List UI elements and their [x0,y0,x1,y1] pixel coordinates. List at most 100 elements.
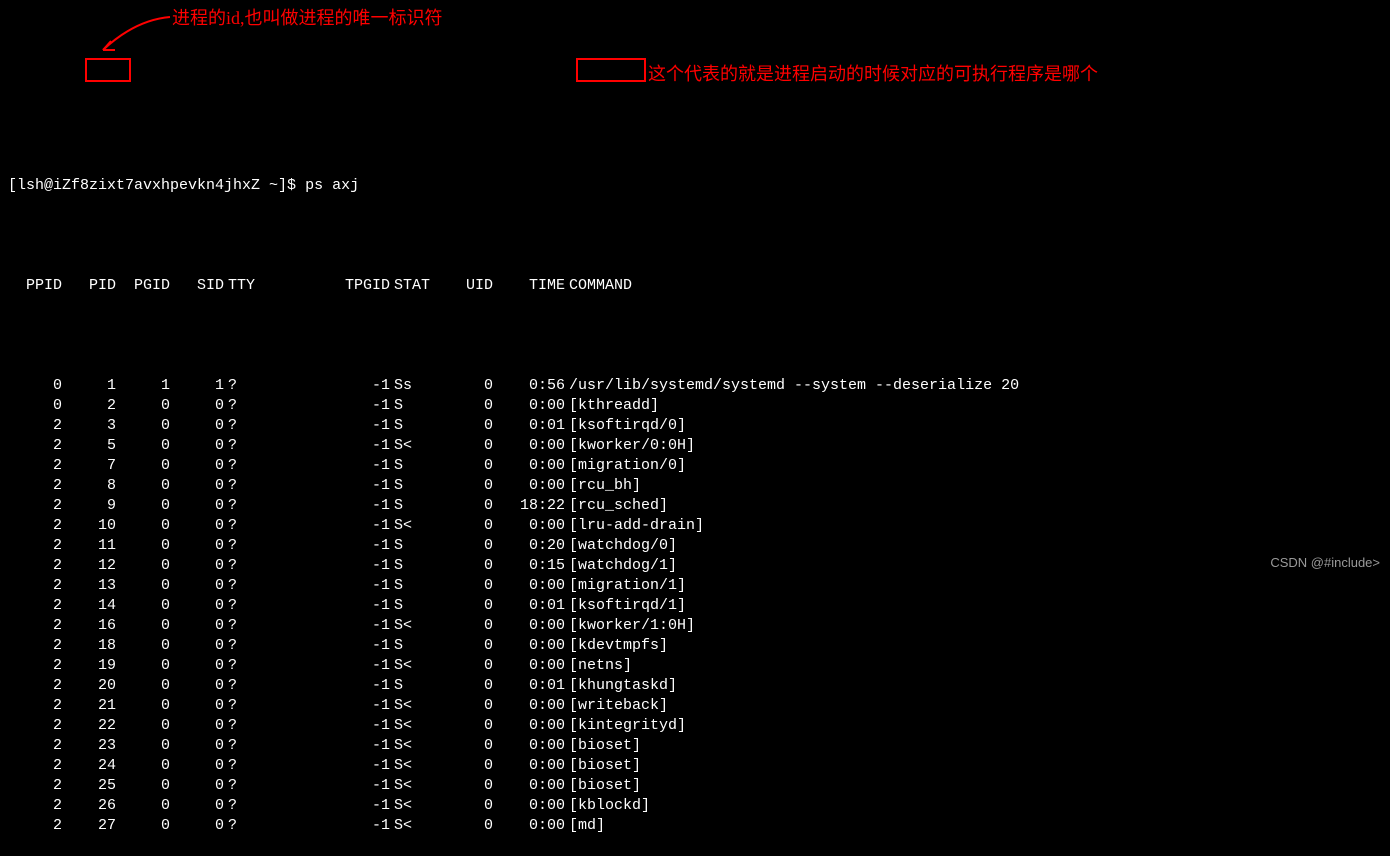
cell-sid: 0 [170,716,224,736]
cell-sid: 0 [170,616,224,636]
cell-pgid: 0 [116,516,170,536]
cell-cmd: [migration/1] [565,576,1382,596]
cell-tpgid: -1 [318,736,390,756]
cell-ppid: 2 [8,416,62,436]
cell-time: 0:56 [493,376,565,396]
cell-cmd: [netns] [565,656,1382,676]
cell-sid: 0 [170,756,224,776]
cell-uid: 0 [439,576,493,596]
cell-tty: ? [224,716,318,736]
col-cmd: COMMAND [565,276,1382,296]
col-tty: TTY [224,276,318,296]
cell-pgid: 0 [116,616,170,636]
shell-prompt: [lsh@iZf8zixt7avxhpevkn4jhxZ ~]$ [8,176,305,196]
cell-stat: S< [390,816,439,836]
cell-sid: 0 [170,416,224,436]
cell-pid: 20 [62,676,116,696]
cell-stat: S [390,556,439,576]
cell-tpgid: -1 [318,676,390,696]
cell-sid: 1 [170,376,224,396]
cell-time: 0:00 [493,796,565,816]
cell-sid: 0 [170,796,224,816]
cell-tty: ? [224,396,318,416]
cell-tpgid: -1 [318,476,390,496]
cell-uid: 0 [439,796,493,816]
cell-pgid: 0 [116,396,170,416]
cell-sid: 0 [170,736,224,756]
cell-tpgid: -1 [318,436,390,456]
cell-cmd: [kworker/1:0H] [565,616,1382,636]
cell-tpgid: -1 [318,596,390,616]
table-row: 21000?-1S<00:00[lru-add-drain] [8,516,1382,536]
cell-pgid: 1 [116,376,170,396]
cell-uid: 0 [439,716,493,736]
cell-tty: ? [224,556,318,576]
cell-sid: 0 [170,656,224,676]
table-row: 2500?-1S<00:00[kworker/0:0H] [8,436,1382,456]
cell-tpgid: -1 [318,376,390,396]
cell-time: 18:22 [493,496,565,516]
cell-time: 0:00 [493,456,565,476]
cell-cmd: [watchdog/1] [565,556,1382,576]
cell-pgid: 0 [116,576,170,596]
cell-time: 0:00 [493,436,565,456]
cell-uid: 0 [439,516,493,536]
cell-sid: 0 [170,596,224,616]
cell-stat: S [390,576,439,596]
cell-tpgid: -1 [318,456,390,476]
cell-stat: S [390,416,439,436]
cell-time: 0:00 [493,776,565,796]
table-row: 22000?-1S00:01[khungtaskd] [8,676,1382,696]
watermark: CSDN @#include> [1270,555,1380,570]
cell-time: 0:01 [493,676,565,696]
cell-tpgid: -1 [318,396,390,416]
cell-uid: 0 [439,816,493,836]
cell-uid: 0 [439,456,493,476]
cell-stat: Ss [390,376,439,396]
cell-sid: 0 [170,476,224,496]
cell-sid: 0 [170,536,224,556]
cell-tpgid: -1 [318,576,390,596]
cell-uid: 0 [439,636,493,656]
cell-cmd: [kintegrityd] [565,716,1382,736]
cell-pid: 12 [62,556,116,576]
cell-pgid: 0 [116,476,170,496]
table-row: 21900?-1S<00:00[netns] [8,656,1382,676]
cell-tty: ? [224,576,318,596]
cell-pid: 27 [62,816,116,836]
cell-tty: ? [224,456,318,476]
cell-stat: S< [390,736,439,756]
cell-time: 0:20 [493,536,565,556]
table-row: 0200?-1S00:00[kthreadd] [8,396,1382,416]
cell-pid: 3 [62,416,116,436]
table-row: 2700?-1S00:00[migration/0] [8,456,1382,476]
cell-pgid: 0 [116,736,170,756]
cell-pid: 14 [62,596,116,616]
cell-uid: 0 [439,656,493,676]
table-row: 21200?-1S00:15[watchdog/1] [8,556,1382,576]
cell-time: 0:00 [493,816,565,836]
cell-stat: S [390,536,439,556]
cell-sid: 0 [170,696,224,716]
cell-ppid: 2 [8,556,62,576]
cell-time: 0:00 [493,476,565,496]
cell-stat: S [390,596,439,616]
cell-ppid: 2 [8,616,62,636]
cell-uid: 0 [439,756,493,776]
cell-tpgid: -1 [318,556,390,576]
cell-pgid: 0 [116,776,170,796]
cell-cmd: [migration/0] [565,456,1382,476]
cell-tty: ? [224,756,318,776]
cell-stat: S< [390,436,439,456]
cell-sid: 0 [170,496,224,516]
cell-tty: ? [224,616,318,636]
cell-cmd: [khungtaskd] [565,676,1382,696]
cell-stat: S [390,476,439,496]
cell-ppid: 2 [8,436,62,456]
cell-pgid: 0 [116,416,170,436]
cell-sid: 0 [170,396,224,416]
cell-ppid: 2 [8,736,62,756]
cell-cmd: [kblockd] [565,796,1382,816]
cell-tpgid: -1 [318,776,390,796]
cell-cmd: [rcu_sched] [565,496,1382,516]
